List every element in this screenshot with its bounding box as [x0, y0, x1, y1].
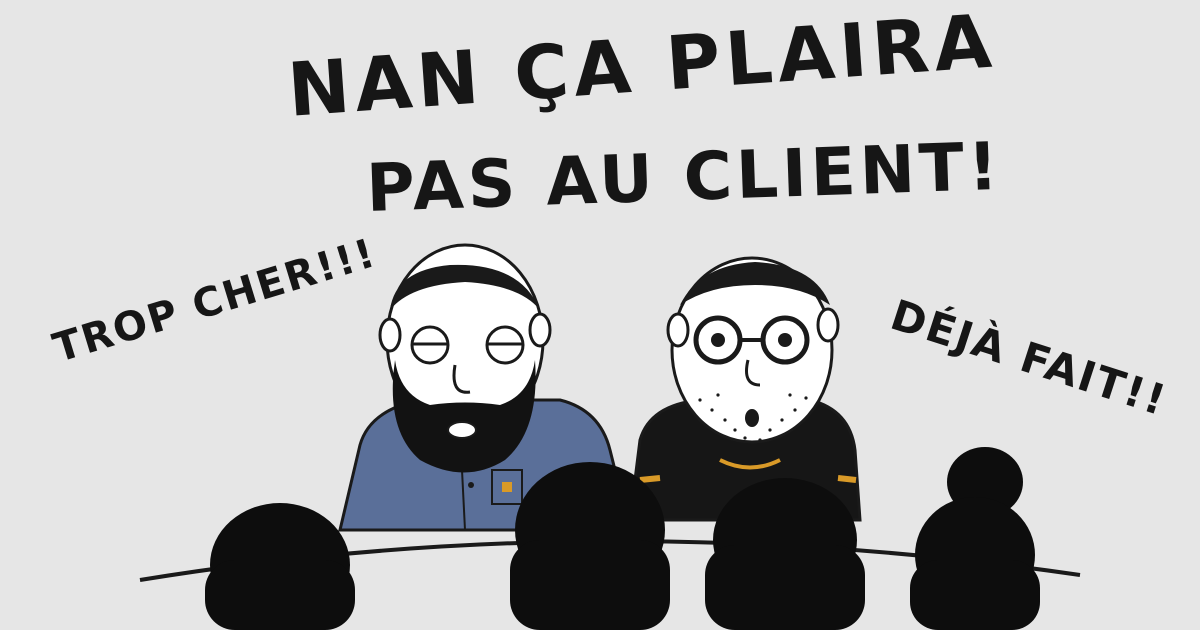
mouth [447, 421, 477, 439]
sleeve-stripe [639, 475, 661, 483]
left-ear [378, 317, 402, 353]
left-eye [711, 333, 725, 347]
pocket-logo [502, 482, 512, 492]
mouth [745, 409, 759, 427]
left-ear [666, 312, 690, 348]
shirt-button [468, 482, 474, 488]
audience [205, 447, 1040, 630]
comic-panel: NAN ÇA PLAIRA PAS AU CLIENT! TROP CHER!!… [0, 0, 1200, 630]
right-eye [778, 333, 792, 347]
right-character [628, 256, 862, 522]
audience-body [705, 545, 865, 630]
right-ear [816, 307, 840, 343]
right-ear [528, 312, 552, 348]
audience-body [910, 560, 1040, 630]
sleeve-stripe [837, 475, 857, 483]
audience-body [205, 560, 355, 630]
audience-body [510, 540, 670, 630]
